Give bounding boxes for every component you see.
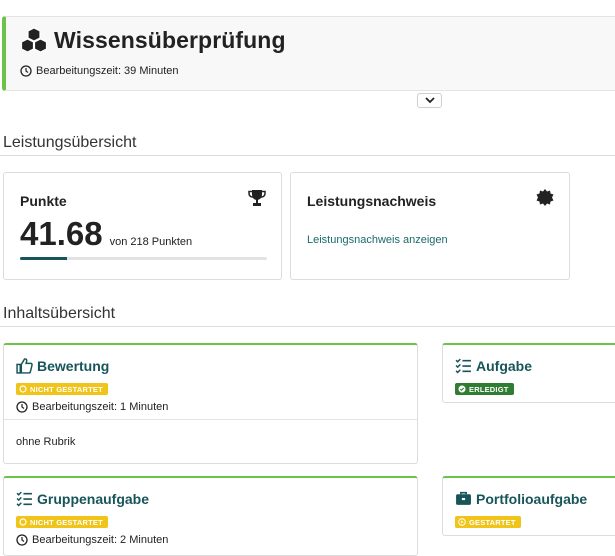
collapse-toggle-button[interactable] — [417, 93, 442, 108]
card-title[interactable]: Aufgabe — [476, 358, 532, 374]
card-title-row: Gruppenaufgabe — [16, 490, 149, 507]
points-score: 41.68 von 218 Punkten — [20, 215, 192, 253]
status-badge-label: NICHT GESTARTET — [30, 517, 103, 527]
clock-icon — [20, 65, 32, 77]
checklist-icon — [16, 491, 32, 507]
card-time: Bearbeitungszeit: 2 Minuten — [16, 534, 168, 546]
status-badge: ERLEDIGT — [455, 383, 514, 395]
card-title-row: Aufgabe — [455, 357, 532, 374]
card-title[interactable]: Portfolioaufgabe — [476, 491, 587, 507]
certificate-link[interactable]: Leistungsnachweis anzeigen — [307, 234, 448, 246]
points-max: von 218 Punkten — [109, 236, 193, 248]
card-divider — [4, 419, 417, 420]
processing-time-label: Bearbeitungszeit: 39 Minuten — [36, 65, 179, 77]
badge-seal-icon — [536, 189, 554, 206]
circle-outline-icon — [19, 385, 27, 393]
card-title-row: Portfolioaufgabe — [455, 490, 587, 507]
status-badge: NICHT GESTARTET — [16, 383, 108, 395]
chevron-down-icon — [424, 97, 435, 104]
certificate-card: Leistungsnachweis Leistungsnachweis anze… — [290, 172, 570, 280]
card-time-label: Bearbeitungszeit: 2 Minuten — [32, 534, 169, 546]
circle-outline-icon — [19, 518, 27, 526]
clock-icon — [16, 401, 28, 413]
status-badge-label: NICHT GESTARTET — [30, 384, 103, 394]
points-value: 41.68 — [20, 215, 103, 252]
content-card-aufgabe[interactable]: Aufgabe ERLEDIGT — [442, 343, 615, 403]
status-badge-label: ERLEDIGT — [469, 384, 509, 394]
content-card-portfolioaufgabe[interactable]: Portfolioaufgabe GESTARTET — [442, 476, 615, 536]
card-title-row: Bewertung — [16, 357, 109, 374]
points-label: Punkte — [20, 193, 67, 209]
clock-icon — [16, 534, 28, 546]
section-divider — [0, 326, 615, 327]
thumbs-up-icon — [16, 358, 33, 374]
status-badge: NICHT GESTARTET — [16, 516, 108, 528]
status-badge-label: GESTARTET — [469, 517, 516, 527]
content-card-gruppenaufgabe[interactable]: Gruppenaufgabe NICHT GESTARTET Bearbeitu… — [3, 476, 418, 556]
card-title[interactable]: Gruppenaufgabe — [37, 491, 149, 507]
points-progress-bar — [20, 257, 267, 260]
status-badge: GESTARTET — [455, 516, 521, 528]
play-circle-icon — [458, 518, 466, 526]
card-rubric: ohne Rubrik — [16, 436, 76, 448]
processing-time: Bearbeitungszeit: 39 Minuten — [20, 65, 178, 77]
page-header: Wissensüberprüfung Bearbeitungszeit: 39 … — [2, 16, 615, 91]
trophy-icon — [248, 190, 266, 206]
performance-section-title: Leistungsübersicht — [3, 134, 137, 151]
certificate-label: Leistungsnachweis — [307, 193, 437, 209]
points-progress-fill — [20, 257, 67, 260]
briefcase-icon — [456, 491, 471, 505]
points-card: Punkte 41.68 von 218 Punkten — [3, 172, 282, 280]
section-divider — [0, 155, 615, 156]
checklist-icon — [455, 358, 471, 374]
page-title-row: Wissensüberprüfung — [20, 26, 286, 54]
content-section-title: Inhaltsübersicht — [3, 305, 116, 322]
check-circle-icon — [458, 385, 466, 393]
cubes-icon — [20, 27, 48, 53]
content-card-bewertung[interactable]: Bewertung NICHT GESTARTET Bearbeitungsze… — [3, 343, 418, 464]
card-time-label: Bearbeitungszeit: 1 Minuten — [32, 401, 169, 413]
card-time: Bearbeitungszeit: 1 Minuten — [16, 401, 168, 413]
card-title[interactable]: Bewertung — [37, 358, 109, 374]
page-title: Wissensüberprüfung — [54, 26, 286, 53]
